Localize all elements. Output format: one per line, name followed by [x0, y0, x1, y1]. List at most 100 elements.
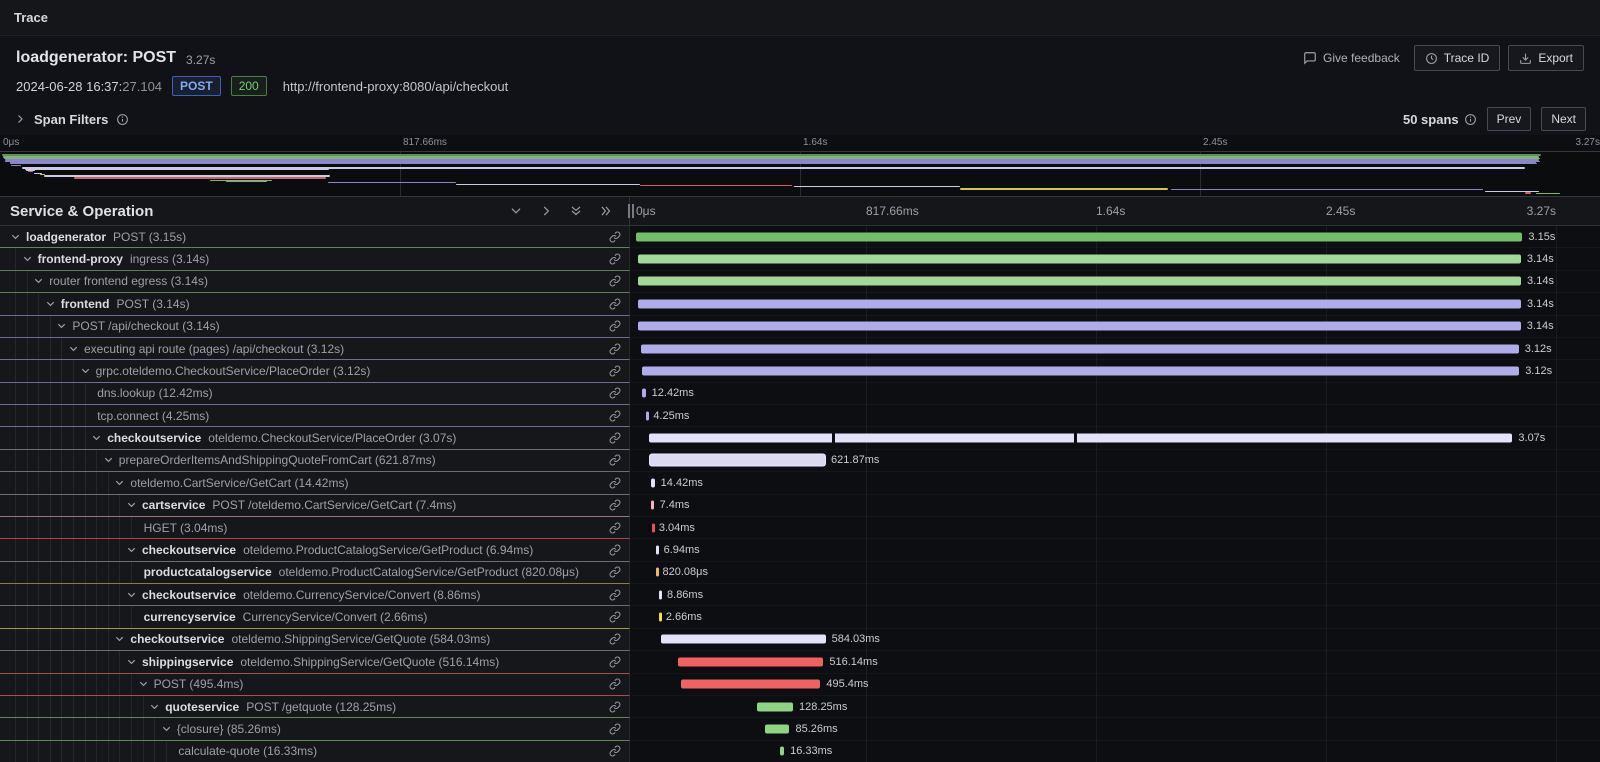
span-link-icon[interactable] — [609, 499, 621, 511]
info-icon[interactable] — [116, 113, 129, 126]
span-link-icon[interactable] — [609, 343, 621, 355]
span-collapse-chevron-icon[interactable] — [149, 701, 160, 712]
span-row[interactable]: oteldemo.CartService/GetCart (14.42ms) 1… — [0, 472, 1600, 494]
span-row[interactable]: loadgeneratorPOST (3.15s) 3.15s — [0, 226, 1600, 248]
span-bar[interactable] — [651, 478, 655, 487]
span-bar[interactable] — [651, 501, 654, 510]
span-name-cell[interactable]: grpc.oteldemo.CheckoutService/PlaceOrder… — [0, 360, 630, 382]
span-bar[interactable] — [652, 523, 655, 532]
span-name-cell[interactable]: checkoutserviceoteldemo.ProductCatalogSe… — [0, 539, 630, 561]
span-link-icon[interactable] — [609, 320, 621, 332]
span-row[interactable]: {closure} (85.26ms) 85.26ms — [0, 718, 1600, 740]
span-link-icon[interactable] — [609, 745, 621, 757]
span-name-cell[interactable]: checkoutserviceoteldemo.CheckoutService/… — [0, 427, 630, 449]
span-link-icon[interactable] — [609, 477, 621, 489]
span-timeline-cell[interactable]: 3.14s — [630, 293, 1600, 315]
span-timeline-cell[interactable]: 14.42ms — [630, 472, 1600, 494]
span-link-icon[interactable] — [609, 723, 621, 735]
span-collapse-chevron-icon[interactable] — [126, 544, 137, 555]
span-name-cell[interactable]: oteldemo.CartService/GetCart (14.42ms) — [0, 472, 630, 494]
span-collapse-chevron-icon[interactable] — [80, 365, 91, 376]
span-link-icon[interactable] — [609, 611, 621, 623]
span-count-info-icon[interactable] — [1464, 113, 1477, 126]
span-bar[interactable] — [638, 322, 1520, 331]
span-bar[interactable] — [636, 232, 1522, 241]
span-bar[interactable] — [638, 299, 1521, 308]
span-link-icon[interactable] — [609, 298, 621, 310]
span-timeline-cell[interactable]: 3.12s — [630, 338, 1600, 360]
span-row[interactable]: cartservicePOST /oteldemo.CartService/Ge… — [0, 495, 1600, 517]
span-row[interactable]: quoteservicePOST /getquote (128.25ms) 12… — [0, 696, 1600, 718]
span-link-icon[interactable] — [609, 589, 621, 601]
span-collapse-chevron-icon[interactable] — [56, 321, 67, 332]
span-collapse-chevron-icon[interactable] — [45, 298, 56, 309]
span-row[interactable]: POST /api/checkout (3.14s) 3.14s — [0, 316, 1600, 338]
span-row[interactable]: calculate-quote (16.33ms) 16.33ms — [0, 741, 1600, 762]
give-feedback-button[interactable]: Give feedback — [1303, 51, 1400, 65]
span-name-cell[interactable]: currencyserviceCurrencyService/Convert (… — [0, 606, 630, 628]
span-name-cell[interactable]: tcp.connect (4.25ms) — [0, 405, 630, 427]
span-collapse-chevron-icon[interactable] — [33, 276, 44, 287]
span-row[interactable]: checkoutserviceoteldemo.ProductCatalogSe… — [0, 539, 1600, 561]
span-timeline-cell[interactable]: 621.87ms — [630, 450, 1600, 472]
expand-all-icon[interactable] — [599, 204, 613, 218]
span-name-cell[interactable]: {closure} (85.26ms) — [0, 718, 630, 740]
span-name-cell[interactable]: cartservicePOST /oteldemo.CartService/Ge… — [0, 495, 630, 517]
span-row[interactable]: dns.lookup (12.42ms) 12.42ms — [0, 383, 1600, 405]
span-timeline-cell[interactable]: 3.12s — [630, 360, 1600, 382]
span-filters-toggle[interactable]: Span Filters — [14, 112, 129, 127]
span-link-icon[interactable] — [609, 231, 621, 243]
minimap-canvas[interactable] — [0, 151, 1600, 197]
span-collapse-chevron-icon[interactable] — [126, 500, 137, 511]
span-bar[interactable] — [659, 590, 662, 599]
span-name-cell[interactable]: executing api route (pages) /api/checkou… — [0, 338, 630, 360]
span-bar[interactable] — [656, 545, 659, 554]
span-name-cell[interactable]: quoteservicePOST /getquote (128.25ms) — [0, 696, 630, 718]
span-collapse-chevron-icon[interactable] — [91, 433, 102, 444]
span-row[interactable]: executing api route (pages) /api/checkou… — [0, 338, 1600, 360]
span-name-cell[interactable]: prepareOrderItemsAndShippingQuoteFromCar… — [0, 450, 630, 472]
span-row[interactable]: tcp.connect (4.25ms) 4.25ms — [0, 405, 1600, 427]
span-row[interactable]: router frontend egress (3.14s) 3.14s — [0, 271, 1600, 293]
collapse-one-icon[interactable] — [509, 204, 523, 218]
expand-one-icon[interactable] — [539, 204, 553, 218]
span-link-icon[interactable] — [609, 544, 621, 556]
span-name-cell[interactable]: HGET (3.04ms) — [0, 517, 630, 539]
span-collapse-chevron-icon[interactable] — [114, 477, 125, 488]
span-link-icon[interactable] — [609, 701, 621, 713]
span-timeline-cell[interactable]: 4.25ms — [630, 405, 1600, 427]
span-name-cell[interactable]: POST /api/checkout (3.14s) — [0, 316, 630, 338]
span-row[interactable]: prepareOrderItemsAndShippingQuoteFromCar… — [0, 450, 1600, 472]
span-link-icon[interactable] — [609, 522, 621, 534]
span-timeline-cell[interactable]: 516.14ms — [630, 651, 1600, 673]
span-row[interactable]: HGET (3.04ms) 3.04ms — [0, 517, 1600, 539]
span-name-cell[interactable]: shippingserviceoteldemo.ShippingService/… — [0, 651, 630, 673]
span-timeline-cell[interactable]: 7.4ms — [630, 495, 1600, 517]
next-button[interactable]: Next — [1541, 107, 1586, 131]
span-bar[interactable] — [780, 747, 785, 756]
span-link-icon[interactable] — [609, 365, 621, 377]
span-row[interactable]: shippingserviceoteldemo.ShippingService/… — [0, 651, 1600, 673]
span-bar[interactable] — [659, 613, 662, 622]
span-timeline-cell[interactable]: 85.26ms — [630, 718, 1600, 740]
span-timeline-cell[interactable]: 3.14s — [630, 271, 1600, 293]
span-timeline-cell[interactable]: 495.4ms — [630, 674, 1600, 696]
span-timeline-cell[interactable]: 820.08μs — [630, 562, 1600, 584]
span-bar[interactable] — [646, 411, 649, 420]
span-name-cell[interactable]: checkoutserviceoteldemo.CurrencyService/… — [0, 584, 630, 606]
span-bar[interactable] — [649, 434, 1513, 443]
span-name-cell[interactable]: router frontend egress (3.14s) — [0, 271, 630, 293]
span-collapse-chevron-icon[interactable] — [103, 455, 114, 466]
span-timeline-cell[interactable]: 128.25ms — [630, 696, 1600, 718]
span-bar[interactable] — [757, 702, 793, 711]
span-link-icon[interactable] — [609, 633, 621, 645]
span-name-cell[interactable]: checkoutserviceoteldemo.ShippingService/… — [0, 629, 630, 651]
span-timeline-cell[interactable]: 2.66ms — [630, 606, 1600, 628]
span-bar[interactable] — [661, 635, 825, 644]
span-timeline-cell[interactable]: 3.07s — [630, 427, 1600, 449]
panel-resize-grip[interactable] — [628, 204, 634, 218]
span-collapse-chevron-icon[interactable] — [22, 254, 33, 265]
span-link-icon[interactable] — [609, 454, 621, 466]
span-collapse-chevron-icon[interactable] — [10, 231, 21, 242]
span-link-icon[interactable] — [609, 275, 621, 287]
